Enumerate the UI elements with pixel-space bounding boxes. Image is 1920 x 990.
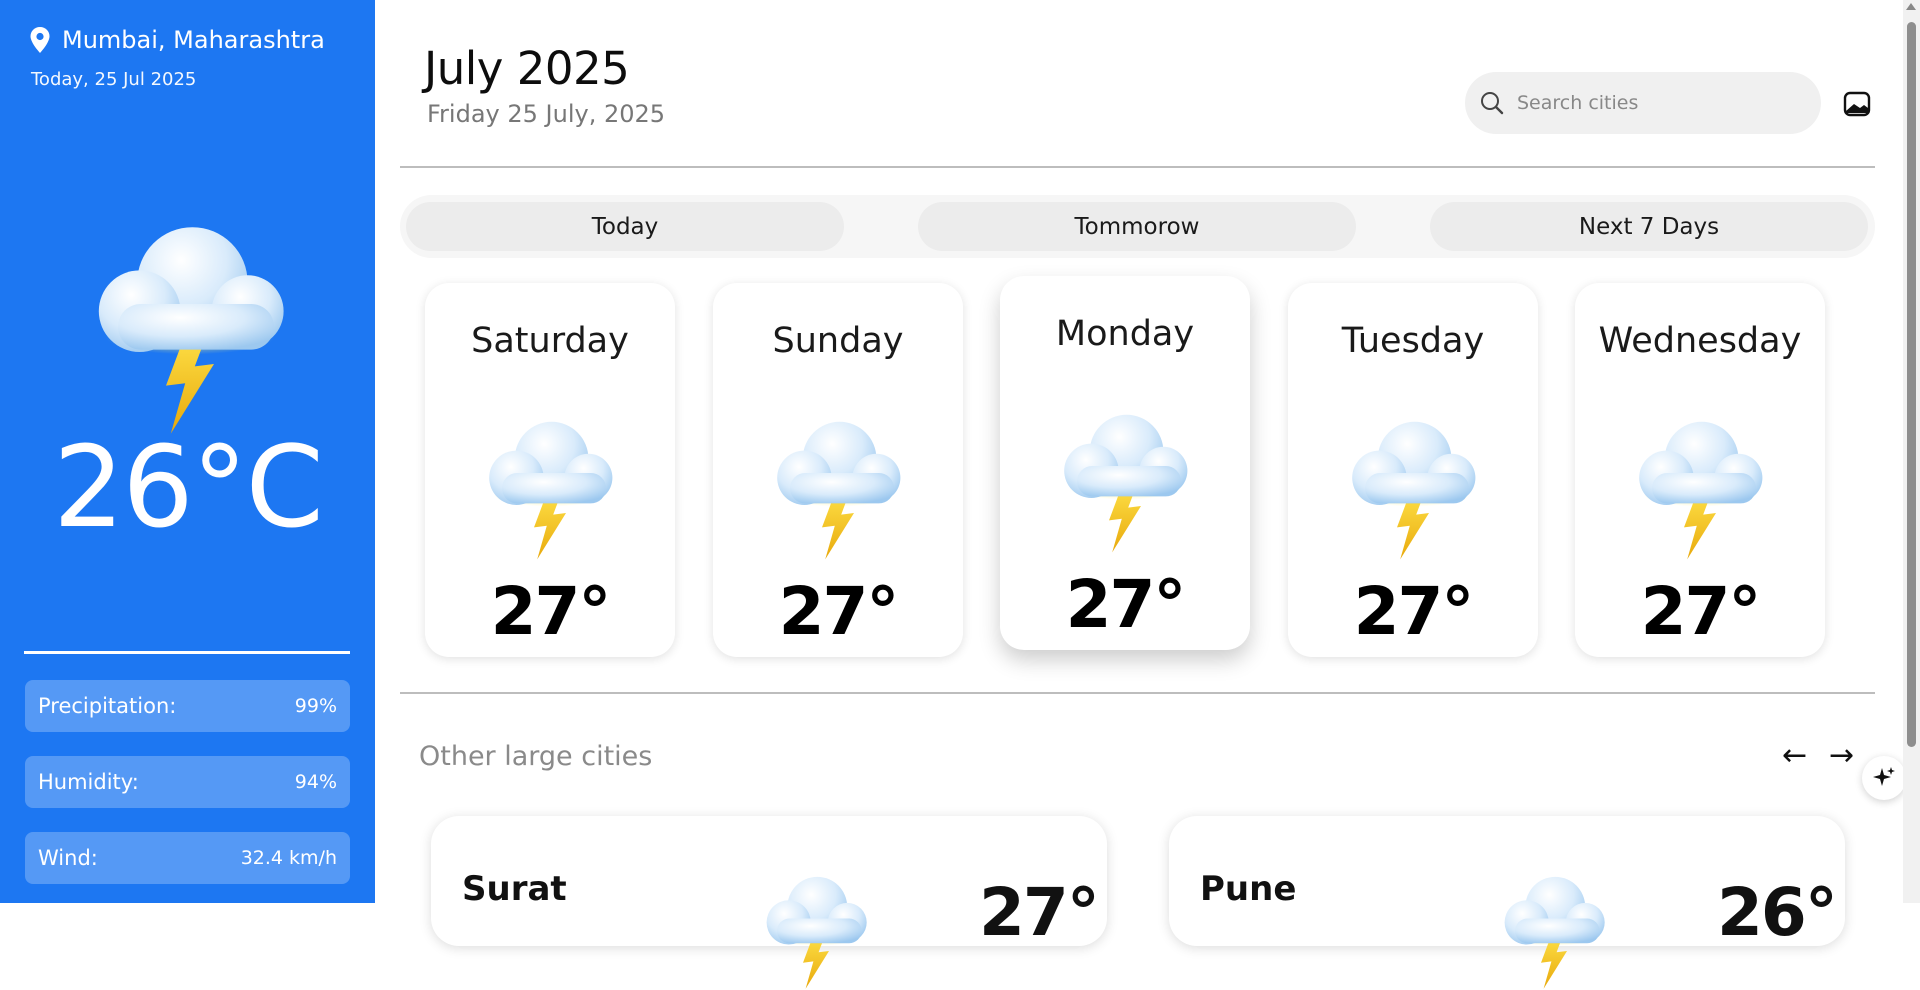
city-temperature: 27° bbox=[979, 874, 1100, 951]
search-input[interactable] bbox=[1515, 91, 1799, 115]
section-divider bbox=[400, 692, 1875, 694]
stat-label: Precipitation: bbox=[38, 694, 177, 718]
tab-next-7-days[interactable]: Next 7 Days bbox=[1430, 202, 1868, 251]
full-date: Friday 25 July, 2025 bbox=[427, 100, 666, 128]
header-divider bbox=[400, 166, 1875, 168]
day-name: Tuesday bbox=[1341, 321, 1485, 361]
thunderstorm-cloud-icon bbox=[470, 401, 630, 561]
sparkle-assistant-button[interactable] bbox=[1862, 756, 1906, 800]
location-pin-icon bbox=[30, 27, 50, 53]
forecast-card-monday[interactable]: Monday 27° bbox=[1000, 276, 1250, 650]
search-bar[interactable] bbox=[1465, 72, 1821, 134]
forecast-card-saturday[interactable]: Saturday 27° bbox=[425, 283, 675, 657]
stat-value: 32.4 km/h bbox=[240, 847, 337, 869]
city-name: Surat bbox=[462, 869, 567, 909]
current-temperature: 26°C bbox=[53, 423, 324, 553]
thunderstorm-cloud-icon bbox=[1333, 401, 1493, 561]
location-name: Mumbai, Maharashtra bbox=[62, 26, 325, 54]
current-date: Today, 25 Jul 2025 bbox=[31, 69, 197, 90]
stat-value: 99% bbox=[294, 695, 337, 717]
city-card-pune[interactable]: Pune 26° bbox=[1169, 816, 1845, 946]
day-name: Monday bbox=[1055, 314, 1195, 354]
stat-value: 94% bbox=[294, 771, 337, 793]
next-arrow-icon[interactable]: → bbox=[1829, 738, 1854, 773]
prev-arrow-icon[interactable]: ← bbox=[1782, 738, 1807, 773]
thunderstorm-cloud-icon bbox=[1489, 860, 1619, 990]
city-temperature: 26° bbox=[1717, 874, 1838, 951]
search-icon bbox=[1481, 92, 1504, 115]
thunderstorm-cloud-icon bbox=[70, 196, 310, 436]
precipitation-stat: Precipitation: 99% bbox=[25, 680, 350, 732]
sidebar: Mumbai, Maharashtra Today, 25 Jul 2025 2… bbox=[0, 0, 375, 903]
day-temperature: 27° bbox=[1065, 566, 1187, 643]
day-name: Saturday bbox=[471, 321, 629, 361]
day-name: Sunday bbox=[772, 321, 904, 361]
stat-label: Wind: bbox=[38, 846, 98, 870]
sidebar-divider bbox=[24, 651, 350, 654]
scrollbar-thumb[interactable] bbox=[1907, 22, 1916, 747]
forecast-card-tuesday[interactable]: Tuesday 27° bbox=[1288, 283, 1538, 657]
sparkle-icon bbox=[1873, 767, 1895, 786]
other-cities-title: Other large cities bbox=[419, 741, 653, 772]
city-card-surat[interactable]: Surat 27° bbox=[431, 816, 1107, 946]
day-temperature: 27° bbox=[490, 573, 612, 650]
thunderstorm-cloud-icon bbox=[1045, 394, 1205, 554]
thunderstorm-cloud-icon bbox=[758, 401, 918, 561]
location: Mumbai, Maharashtra bbox=[27, 26, 325, 54]
stat-label: Humidity: bbox=[38, 770, 139, 794]
humidity-stat: Humidity: 94% bbox=[25, 756, 350, 808]
wind-stat: Wind: 32.4 km/h bbox=[25, 832, 350, 884]
scroll-up-icon[interactable] bbox=[1906, 3, 1916, 10]
day-temperature: 27° bbox=[778, 573, 900, 650]
thunderstorm-cloud-icon bbox=[1620, 401, 1780, 561]
tab-today[interactable]: Today bbox=[406, 202, 844, 251]
day-temperature: 27° bbox=[1640, 573, 1762, 650]
image-toggle-icon[interactable] bbox=[1842, 89, 1872, 119]
day-name: Wednesday bbox=[1598, 321, 1802, 361]
page-title: July 2025 bbox=[424, 42, 630, 95]
thunderstorm-cloud-icon bbox=[751, 860, 881, 990]
forecast-tabs: Today Tommorow Next 7 Days bbox=[400, 195, 1875, 258]
main-panel: July 2025 Friday 25 July, 2025 Today Tom… bbox=[375, 0, 1920, 903]
forecast-card-sunday[interactable]: Sunday 27° bbox=[713, 283, 963, 657]
city-name: Pune bbox=[1200, 869, 1297, 909]
tab-tomorrow[interactable]: Tommorow bbox=[918, 202, 1356, 251]
forecast-card-wednesday[interactable]: Wednesday 27° bbox=[1575, 283, 1825, 657]
day-temperature: 27° bbox=[1353, 573, 1475, 650]
